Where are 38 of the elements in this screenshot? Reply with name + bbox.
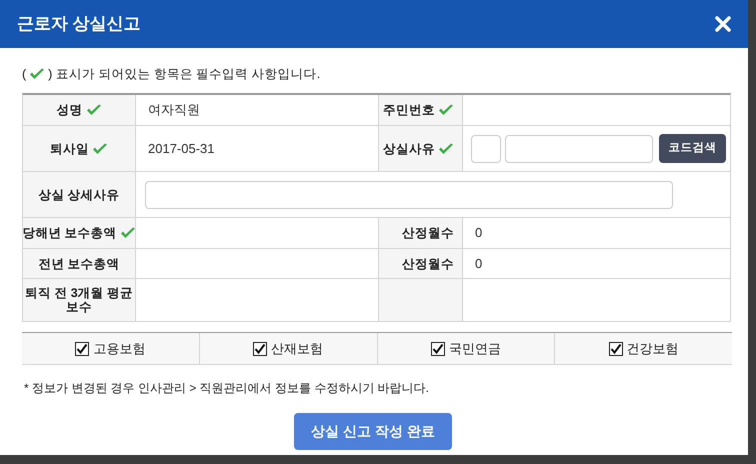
field-value: 0 xyxy=(475,254,482,273)
submit-button[interactable]: 상실 신고 작성 완료 xyxy=(294,413,452,450)
window-title: 근로자 상실신고 xyxy=(17,13,141,36)
insurance-option[interactable]: 고용보험 xyxy=(22,333,200,364)
checkbox[interactable] xyxy=(253,342,268,356)
note-paren: ( xyxy=(22,66,26,83)
field-label: 상실 상세사유 xyxy=(38,188,120,202)
field-value: 여자직원 xyxy=(148,101,200,120)
checkbox[interactable] xyxy=(608,342,623,356)
code-field[interactable] xyxy=(471,134,501,162)
insurance-option[interactable]: 건강보험 xyxy=(555,333,732,364)
check-icon xyxy=(92,142,108,154)
field-label: 주민번호 xyxy=(383,103,435,117)
check-icon xyxy=(438,142,454,154)
check-icon xyxy=(29,68,46,80)
code-search-button[interactable]: 코드검색 xyxy=(659,134,726,163)
footnote: * 정보가 변경된 경우 인사관리 > 직원관리에서 정보를 수정하시기 바랍니다. xyxy=(24,380,430,397)
insurance-option[interactable]: 국민연금 xyxy=(378,333,556,364)
insurance-option[interactable]: 산재보험 xyxy=(200,333,378,364)
checkbox[interactable] xyxy=(430,342,445,356)
required-note: ) 표시가 되어있는 항목은 필수입력 사항입니다. xyxy=(48,66,320,83)
check-icon xyxy=(120,227,136,239)
field-label: 산정월수 xyxy=(402,256,454,270)
field-label: 전년 보수총액 xyxy=(38,256,120,270)
field-label: 당해년 보수총액 xyxy=(22,226,117,240)
field-label: 퇴사일 xyxy=(50,142,89,156)
detail-reason-field[interactable] xyxy=(145,180,673,208)
close-icon[interactable] xyxy=(715,16,731,32)
checkbox[interactable] xyxy=(75,342,90,356)
field-value: 0 xyxy=(475,224,482,242)
field-label: 상실사유 xyxy=(383,142,435,156)
field-label: 퇴직 전 3개월 평균 보수 xyxy=(24,286,134,314)
reason-field[interactable] xyxy=(505,134,653,162)
check-icon xyxy=(86,104,102,116)
field-label: 성명 xyxy=(56,103,82,117)
field-label: 산정월수 xyxy=(402,226,454,240)
check-icon xyxy=(438,104,454,116)
field-value: 2017-05-31 xyxy=(148,140,214,158)
